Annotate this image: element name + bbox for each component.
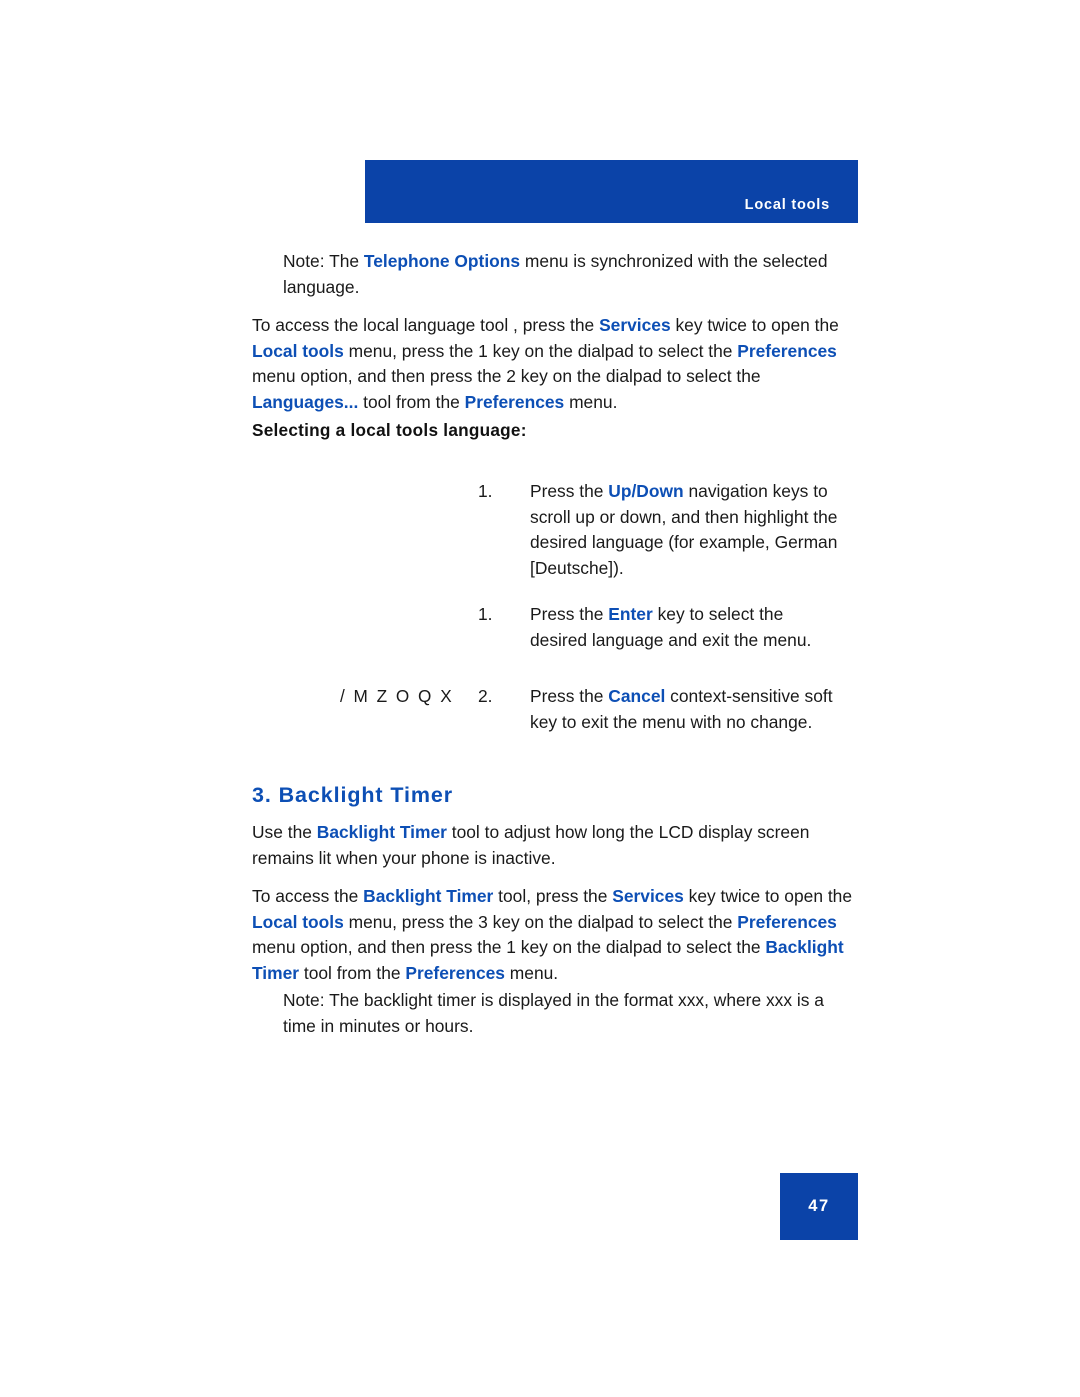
list-item-text: Press the Up/Down navigation keys to scr… (530, 479, 838, 581)
page-number: 47 (808, 1197, 830, 1215)
para-access2-t1: To access the (252, 886, 364, 906)
para-access2-t6: tool from the (299, 962, 406, 983)
keyword-telephone-options: Telephone Options (363, 251, 521, 271)
list-item: 1. Press the Enter key to select the des… (478, 602, 838, 653)
note-1-prefix: Note: The (283, 251, 364, 271)
keyword-local-tools-2: Local tools (252, 911, 344, 932)
step-1-t1: Press the (530, 481, 609, 501)
para-access2-t2: tool, press the (493, 886, 613, 906)
para-access-t3: menu, press the 1 key on the dialpad to … (343, 340, 738, 361)
keyword-services-2: Services (612, 886, 684, 906)
document-page: Local tools Note: The Telephone Options … (0, 0, 1080, 1397)
para-access-t5: tool from the (358, 391, 465, 412)
list-item: 1. Press the Up/Down navigation keys to … (478, 479, 838, 581)
keyword-enter: Enter (608, 604, 653, 624)
running-header-band: Local tools (365, 160, 858, 223)
para-access-t4: menu option, and then press the 2 key on… (252, 366, 761, 387)
note-paragraph-backlight-format: Note: The backlight timer is displayed i… (283, 990, 824, 1036)
para-access-t6: menu. (564, 391, 618, 412)
running-header-label: Local tools (744, 197, 830, 213)
list-marker: 1. (478, 604, 493, 624)
keyword-preferences-3: Preferences (737, 911, 837, 932)
para-access-t2: key twice to open the (670, 315, 839, 335)
margin-glyph-run: / M Z O Q X (340, 686, 454, 706)
section-heading-backlight-timer: 3. Backlight Timer (252, 783, 454, 807)
keyword-backlight-timer-2: Backlight Timer (363, 886, 494, 906)
list-item: 2. Press the Cancel context-sensitive so… (478, 684, 838, 735)
para-access2-t3: key twice to open the (683, 886, 853, 906)
keyword-preferences: Preferences (737, 340, 837, 361)
keyword-preferences-4: Preferences (405, 962, 505, 983)
keyword-cancel: Cancel (608, 686, 666, 706)
keyword-local-tools: Local tools (252, 340, 344, 361)
page-number-box: 47 (780, 1173, 858, 1240)
keyword-services: Services (599, 315, 671, 335)
paragraph-backlight-timer-purpose: Use the Backlight Timer tool to adjust h… (252, 820, 852, 871)
para-use-t1: Use the (252, 822, 317, 842)
keyword-backlight-timer: Backlight Timer (316, 822, 447, 842)
list-item-text: Press the Enter key to select the desire… (530, 602, 838, 653)
list-item-text: Press the Cancel context-sensitive soft … (530, 684, 838, 735)
list-marker: 2. (478, 686, 493, 706)
keyword-preferences-2: Preferences (464, 391, 565, 412)
subheading-selecting-local-tools-language: Selecting a local tools language: (252, 420, 527, 440)
paragraph-access-backlight-timer: To access the Backlight Timer tool, pres… (252, 884, 852, 986)
keyword-languages: Languages... (252, 391, 359, 412)
para-access2-t7: menu. (504, 962, 559, 983)
paragraph-access-language-tool: To access the local language tool , pres… (252, 313, 852, 415)
step-2-t1: Press the (530, 604, 609, 624)
keyword-up-down: Up/Down (608, 481, 684, 501)
step-3-t1: Press the (530, 686, 609, 706)
list-marker: 1. (478, 481, 493, 501)
note-paragraph-language-sync: Note: The Telephone Options menu is sync… (283, 249, 843, 300)
para-access2-t4: menu, press the 3 key on the dialpad to … (343, 911, 738, 932)
para-access-t1: To access the local language tool , pres… (252, 315, 600, 335)
para-access2-t5: menu option, and then press the 1 key on… (252, 937, 766, 958)
